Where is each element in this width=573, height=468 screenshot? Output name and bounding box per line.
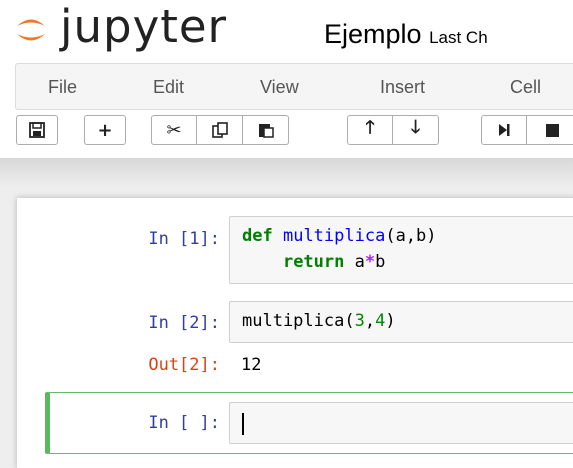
jupyter-logo-icon[interactable] [14,13,48,47]
notebook-header: jupyter Ejemplo Last Ch [0,0,573,62]
menu-file[interactable]: File [48,77,77,98]
in-prompt: In [1]: [148,229,220,249]
move-up-button[interactable]: 🡑 [347,115,393,145]
in-prompt: In [2]: [148,313,220,333]
copy-button[interactable] [197,115,243,145]
paste-button[interactable] [243,115,289,145]
menu-insert[interactable]: Insert [380,77,425,98]
plus-icon: + [97,119,113,141]
cell-input[interactable]: def multiplica(a,b) return a*b [229,216,573,284]
text-cursor [242,413,244,435]
save-button[interactable] [16,115,58,145]
code-line: return a*b [282,252,386,272]
save-icon [29,122,45,138]
cell-input[interactable] [229,402,573,444]
cell-input[interactable]: multiplica(3,4) [229,301,573,343]
run-button[interactable] [481,115,527,145]
jupyter-logo-text[interactable]: jupyter [60,2,227,52]
interrupt-button[interactable] [527,115,573,145]
code-line: def multiplica(a,b) [242,226,437,246]
arrow-down-icon: 🡓 [410,117,421,138]
cut-button[interactable]: ✂ [151,115,197,145]
code-line: multiplica(3,4) [242,311,396,331]
notebook-name[interactable]: Ejemplo [324,19,422,49]
out-prompt: Out[2]: [148,355,220,375]
cell-output: 12 [241,355,262,375]
stop-icon [545,124,559,137]
scissors-icon: ✂ [166,119,182,141]
arrow-up-icon: 🡑 [365,117,375,138]
notebook-title-area: Ejemplo Last Ch [324,19,488,53]
menubar: File Edit View Insert Cell [15,63,573,110]
in-prompt: In [ ]: [148,413,220,433]
copy-icon [211,122,228,138]
checkpoint-status: Last Ch [429,28,488,47]
menu-cell[interactable]: Cell [510,77,541,98]
toolbar: + ✂ 🡑 🡓 [0,110,573,150]
paste-icon [258,124,274,138]
insert-cell-button[interactable]: + [84,115,126,145]
menu-view[interactable]: View [260,77,299,98]
menu-edit[interactable]: Edit [153,77,184,98]
step-forward-icon [499,124,510,136]
move-down-button[interactable]: 🡓 [393,115,439,145]
